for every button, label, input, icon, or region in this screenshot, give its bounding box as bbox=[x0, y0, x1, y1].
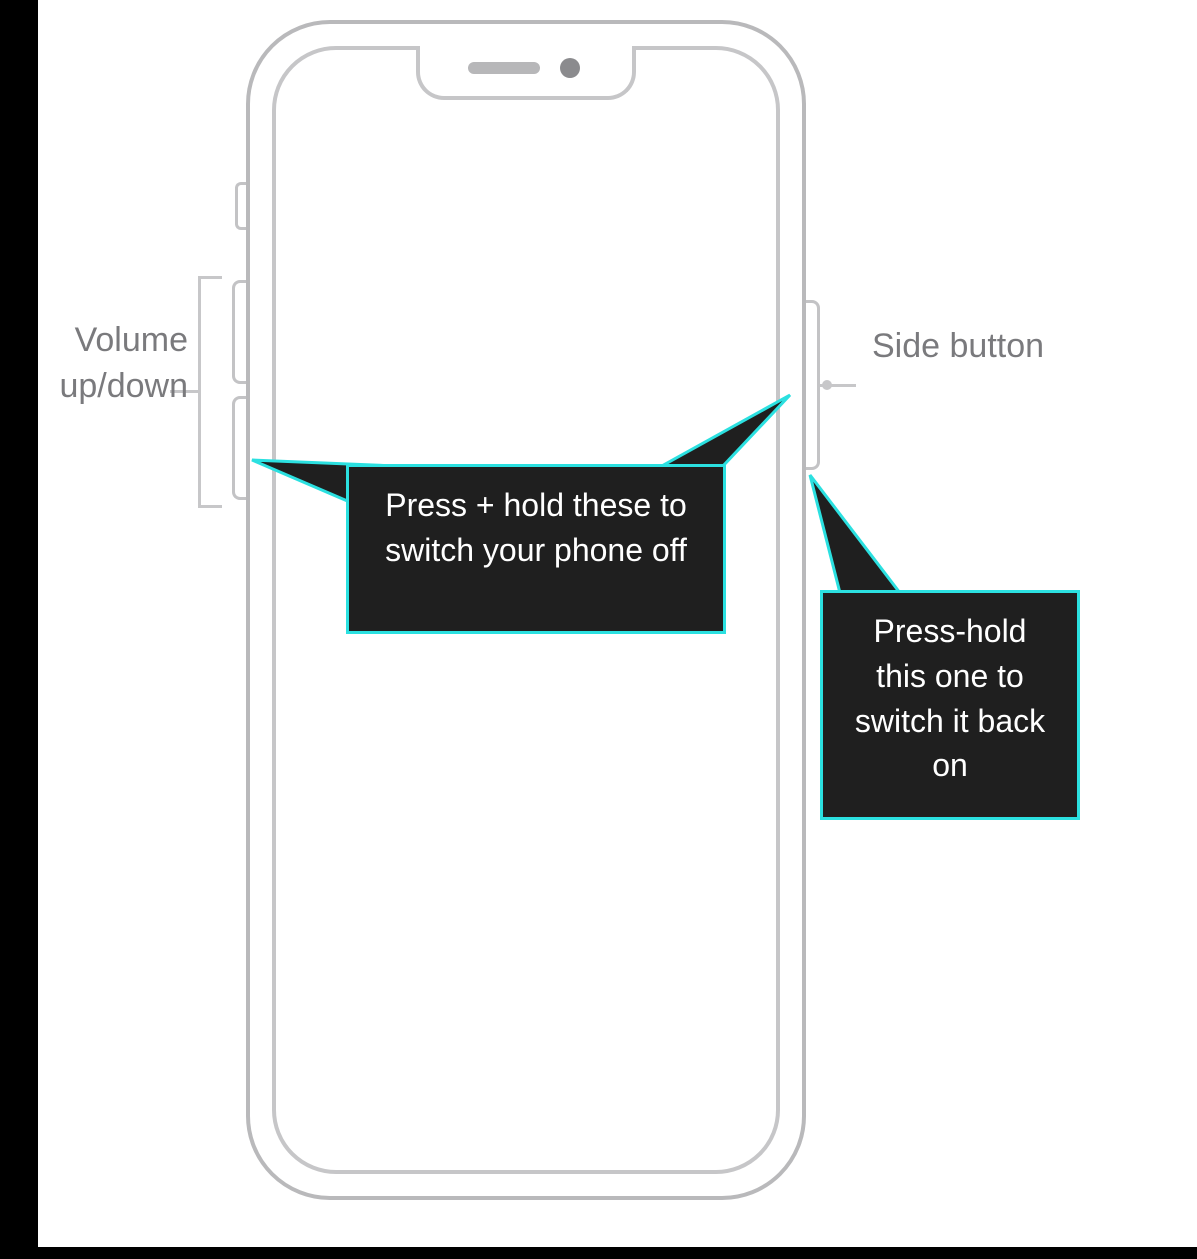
diagram-stage: Volume up/down Side button Press + hold … bbox=[0, 0, 1197, 1259]
volume-label: Volume up/down bbox=[38, 318, 188, 410]
front-camera-icon bbox=[560, 58, 580, 78]
speaker-icon bbox=[468, 62, 540, 74]
volume-up-button bbox=[232, 280, 246, 384]
callout-power-on-text: Press-hold this one to switch it back on bbox=[855, 613, 1045, 783]
volume-bracket bbox=[198, 276, 222, 508]
callout-power-off: Press + hold these to switch your phone … bbox=[346, 464, 726, 634]
side-button bbox=[806, 300, 820, 470]
ring-silent-switch bbox=[235, 182, 246, 230]
callout-power-off-text: Press + hold these to switch your phone … bbox=[385, 487, 687, 568]
frame-border-left bbox=[0, 0, 38, 1259]
side-button-label: Side button bbox=[872, 324, 1092, 370]
volume-down-button bbox=[232, 396, 246, 500]
callout-power-on: Press-hold this one to switch it back on bbox=[820, 590, 1080, 820]
side-leader-line bbox=[820, 384, 856, 387]
frame-border-bottom bbox=[0, 1247, 1197, 1259]
